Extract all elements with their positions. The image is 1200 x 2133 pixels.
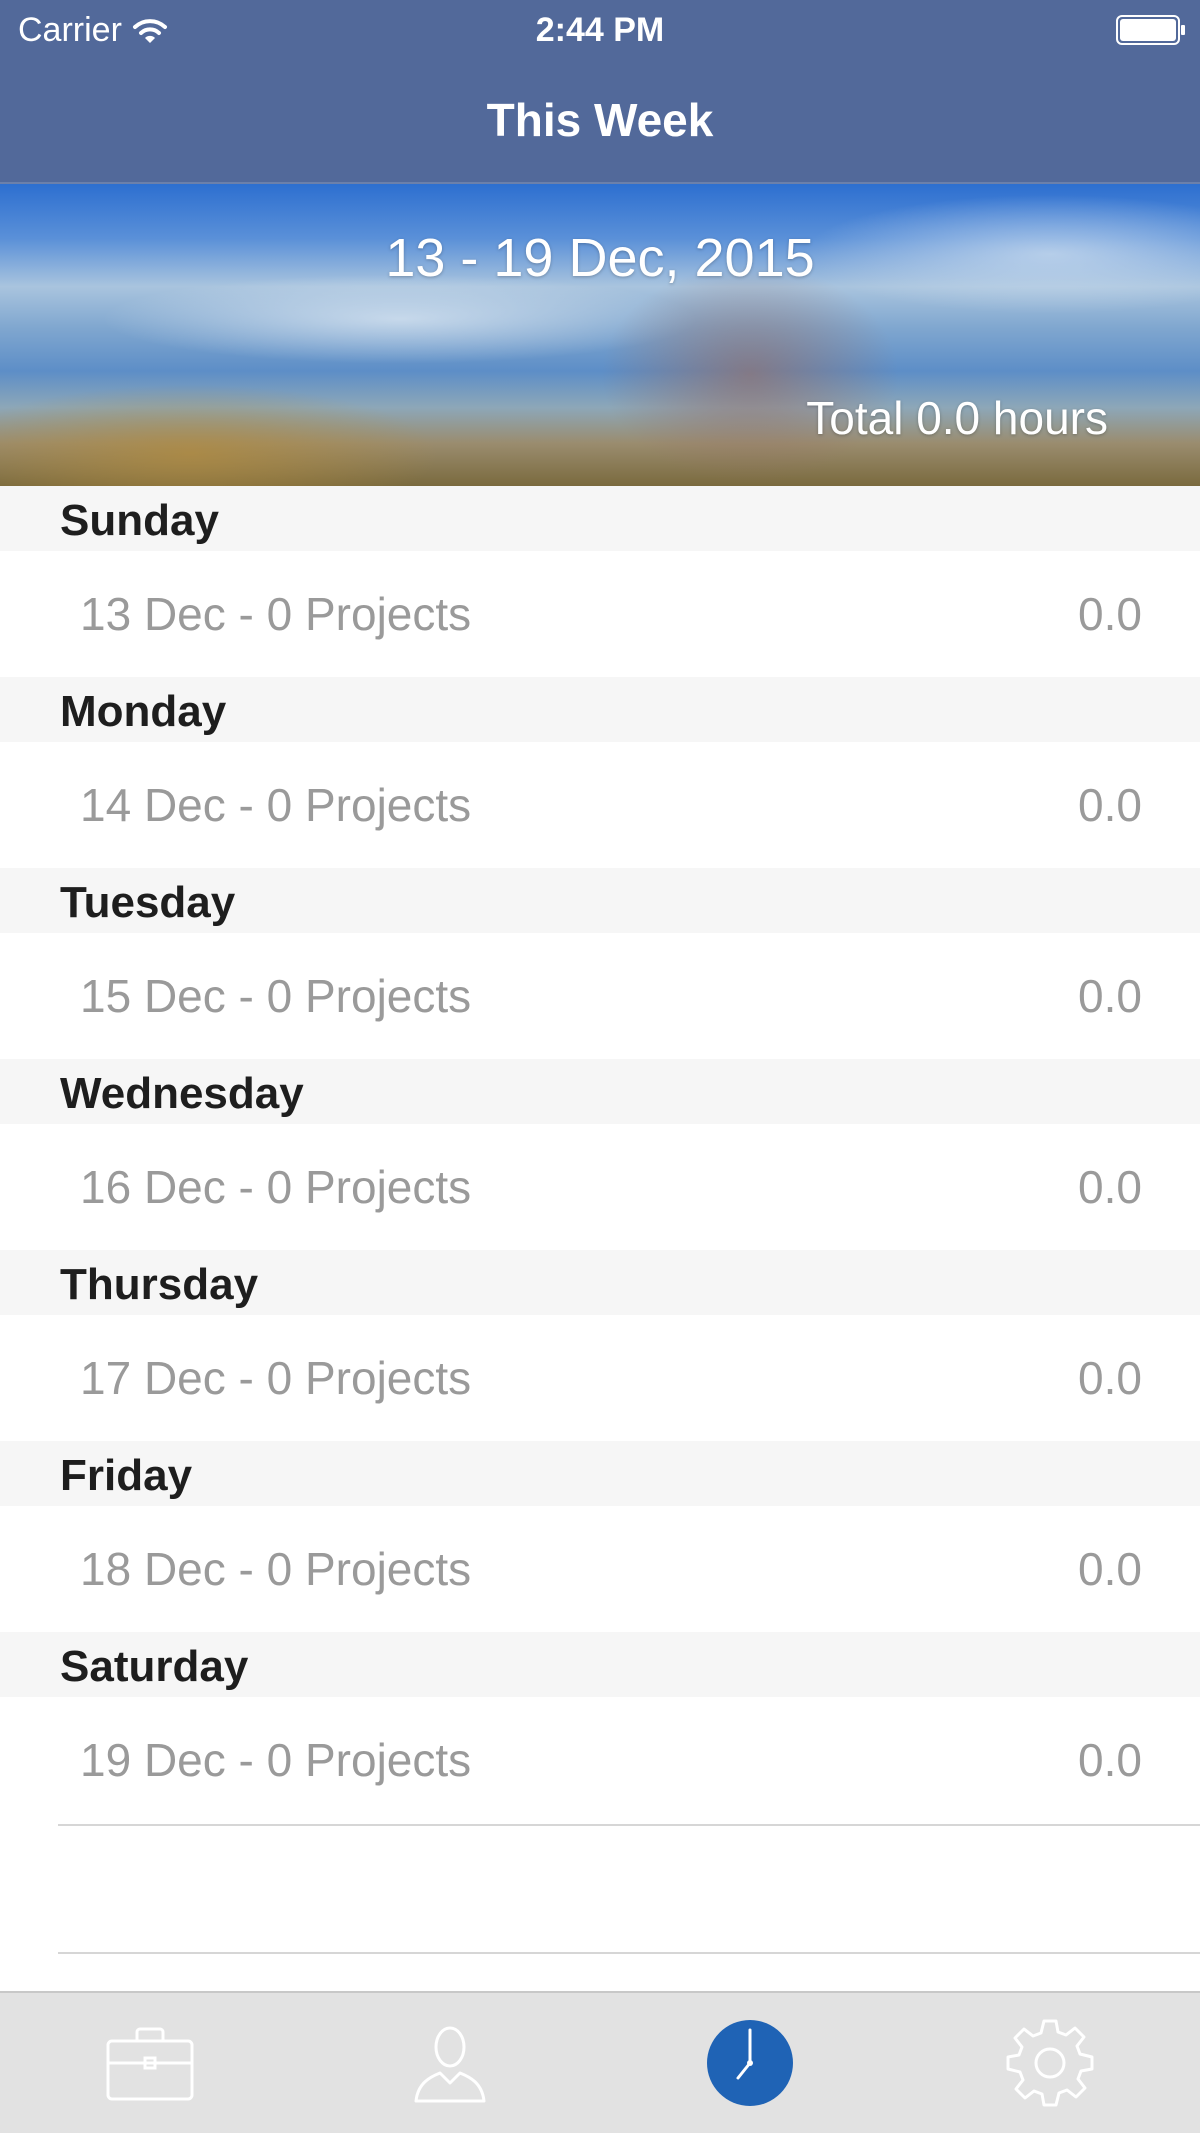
week-total-hours: Total 0.0 hours: [806, 392, 1108, 444]
status-time: 2:44 PM: [535, 11, 665, 49]
day-list: Sunday 13 Dec - 0 Projects 0.0 Monday 14…: [0, 486, 1200, 1823]
day-header-monday: Monday: [0, 677, 1200, 742]
day-row-hours: 0.0: [1078, 1543, 1142, 1595]
day-header-sunday: Sunday: [0, 486, 1200, 551]
day-row-summary: 18 Dec - 0 Projects: [80, 1543, 472, 1595]
tab-settings[interactable]: [900, 1993, 1200, 2133]
day-header-wednesday: Wednesday: [0, 1059, 1200, 1124]
gear-icon: [1004, 2017, 1096, 2109]
day-row-thursday[interactable]: 17 Dec - 0 Projects 0.0: [0, 1315, 1200, 1441]
day-row-friday[interactable]: 18 Dec - 0 Projects 0.0: [0, 1506, 1200, 1632]
day-row-sunday[interactable]: 13 Dec - 0 Projects 0.0: [0, 551, 1200, 677]
this-week-screen: Carrier 2:44 PM This Week 13 - 19 Dec, 2…: [0, 0, 1200, 2133]
day-row-hours: 0.0: [1078, 1161, 1142, 1213]
day-row-hours: 0.0: [1078, 1734, 1142, 1786]
clock-icon: [705, 2018, 795, 2108]
day-row-summary: 15 Dec - 0 Projects: [80, 970, 472, 1022]
list-divider: [58, 1952, 1200, 1954]
day-row-wednesday[interactable]: 16 Dec - 0 Projects 0.0: [0, 1124, 1200, 1250]
day-row-saturday[interactable]: 19 Dec - 0 Projects 0.0: [0, 1697, 1200, 1823]
battery-icon: [1116, 15, 1186, 45]
day-header-saturday: Saturday: [0, 1632, 1200, 1697]
day-row-hours: 0.0: [1078, 588, 1142, 640]
day-header-thursday: Thursday: [0, 1250, 1200, 1315]
tab-bar: [0, 1991, 1200, 2133]
day-row-summary: 16 Dec - 0 Projects: [80, 1161, 472, 1213]
day-row-hours: 0.0: [1078, 970, 1142, 1022]
day-row-summary: 13 Dec - 0 Projects: [80, 588, 472, 640]
day-row-summary: 14 Dec - 0 Projects: [80, 779, 472, 831]
page-title: This Week: [486, 94, 714, 146]
day-row-summary: 19 Dec - 0 Projects: [80, 1734, 472, 1786]
day-header-tuesday: Tuesday: [0, 868, 1200, 933]
tab-profile[interactable]: [300, 1993, 600, 2133]
tab-this-week[interactable]: [600, 1993, 900, 2133]
week-summary-banner: 13 - 19 Dec, 2015 Total 0.0 hours: [0, 184, 1200, 486]
briefcase-icon: [105, 2023, 195, 2103]
week-date-range: 13 - 19 Dec, 2015: [385, 228, 815, 288]
day-row-hours: 0.0: [1078, 779, 1142, 831]
day-row-summary: 17 Dec - 0 Projects: [80, 1352, 472, 1404]
day-header-friday: Friday: [0, 1441, 1200, 1506]
day-row-hours: 0.0: [1078, 1352, 1142, 1404]
tab-projects[interactable]: [0, 1993, 300, 2133]
day-row-tuesday[interactable]: 15 Dec - 0 Projects 0.0: [0, 933, 1200, 1059]
navigation-bar: Carrier 2:44 PM This Week: [0, 0, 1200, 184]
person-icon: [410, 2023, 490, 2103]
day-row-monday[interactable]: 14 Dec - 0 Projects 0.0: [0, 742, 1200, 868]
list-divider: [58, 1824, 1200, 1826]
